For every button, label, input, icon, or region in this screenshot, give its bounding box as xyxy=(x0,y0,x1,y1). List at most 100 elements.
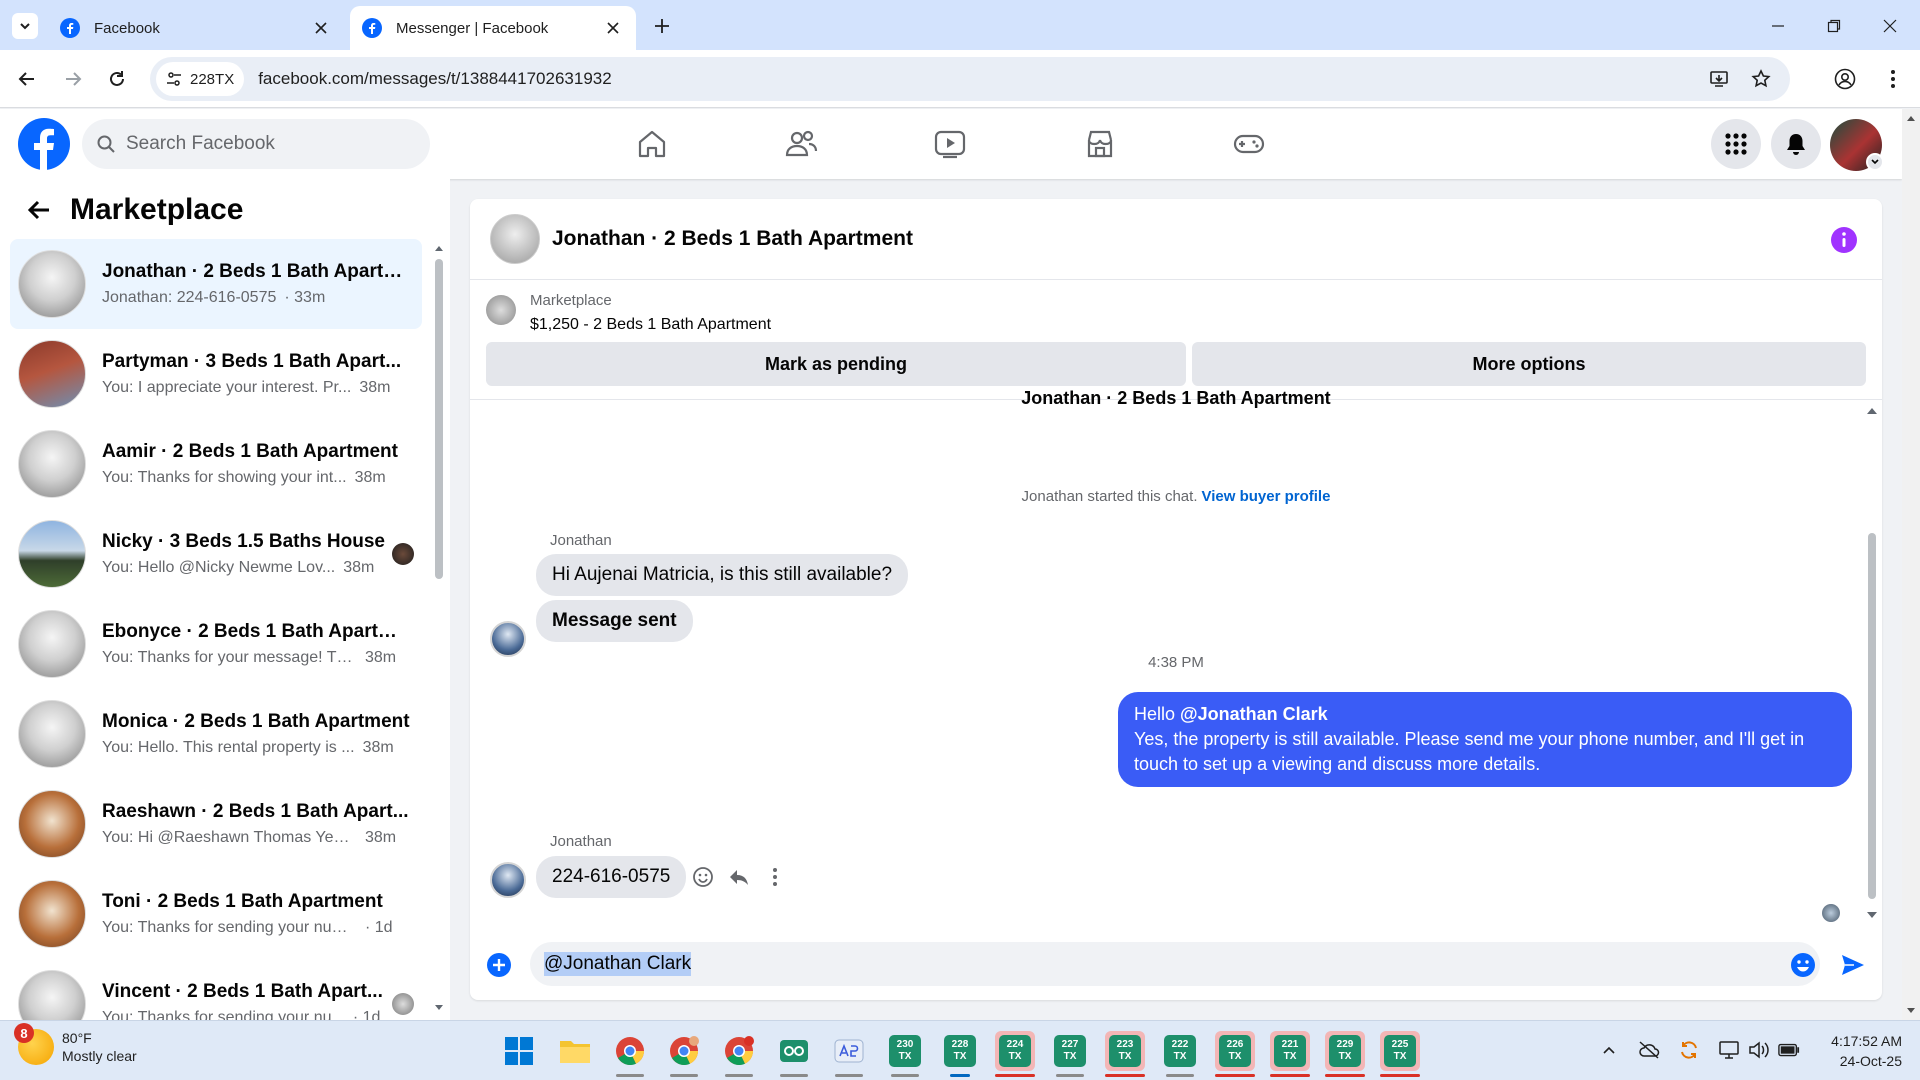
close-icon[interactable] xyxy=(602,17,624,39)
tab-search-button[interactable] xyxy=(12,13,38,39)
sender-avatar[interactable] xyxy=(490,621,526,657)
restore-icon[interactable] xyxy=(1822,14,1846,38)
chat-list-scrollbar[interactable] xyxy=(434,239,444,1010)
message-input[interactable]: @Jonathan Clark xyxy=(530,942,1820,986)
tx-app-label-line: TX xyxy=(1283,1051,1297,1062)
incoming-message[interactable]: Message sent xyxy=(536,600,693,642)
conversation-name: Monica · 2 Beds 1 Bath Apartment xyxy=(102,711,410,732)
marketplace-icon[interactable] xyxy=(1081,125,1119,163)
taskbar-tx-app[interactable]: 230 TX xyxy=(885,1031,925,1077)
conversation-item[interactable]: Ebonyce · 2 Beds 1 Bath Apartm... You: Th… xyxy=(10,599,422,689)
windows-taskbar: 8 80°F Mostly clear 230 TX 228 TX 224 TX 227 TX… xyxy=(0,1020,1920,1080)
conversation-preview: You: Hi @Raeshawn Thomas Yes, ... 38m xyxy=(102,829,410,847)
conversation-item[interactable]: Aamir · 2 Beds 1 Bath Apartment You: Than… xyxy=(10,419,422,509)
react-emoji-icon[interactable] xyxy=(692,866,716,890)
chrome-button[interactable] xyxy=(610,1031,650,1077)
mention[interactable]: @Jonathan Clark xyxy=(1180,704,1328,724)
weather-widget[interactable]: 8 80°F Mostly clear xyxy=(14,1023,137,1065)
menu-grid-button[interactable] xyxy=(1711,119,1761,169)
friends-icon[interactable] xyxy=(782,125,820,163)
conversation-item[interactable]: Raeshawn · 2 Beds 1 Bath Apart... You: Hi… xyxy=(10,779,422,869)
view-buyer-profile-link[interactable]: View buyer profile xyxy=(1202,488,1331,505)
chrome-profile-button[interactable] xyxy=(719,1031,759,1077)
network-icon[interactable] xyxy=(1718,1039,1740,1061)
more-options-button[interactable]: More options xyxy=(1192,342,1866,386)
chrome-profile-button[interactable] xyxy=(664,1031,704,1077)
browser-menu-icon[interactable] xyxy=(1880,66,1906,92)
reload-icon[interactable] xyxy=(104,66,130,92)
cloud-off-icon[interactable] xyxy=(1638,1039,1660,1061)
more-actions-icon[interactable] xyxy=(764,866,788,890)
facebook-search-input[interactable]: Search Facebook xyxy=(82,119,430,169)
battery-icon[interactable] xyxy=(1778,1039,1800,1061)
facebook-logo-icon[interactable] xyxy=(18,118,70,170)
qq-app-button[interactable] xyxy=(774,1031,814,1077)
thread-scrollbar[interactable] xyxy=(1866,400,1878,920)
taskbar-tx-app[interactable]: 225 TX xyxy=(1380,1031,1420,1077)
mark-as-pending-button[interactable]: Mark as pending xyxy=(486,342,1186,386)
forward-arrow-icon[interactable] xyxy=(60,66,86,92)
address-bar[interactable]: 228TX facebook.com/messages/t/1388441702… xyxy=(150,57,1790,101)
info-icon[interactable] xyxy=(1830,226,1858,254)
conversation-item[interactable]: Nicky · 3 Beds 1.5 Baths House You: Hello… xyxy=(10,509,422,599)
conversation-item[interactable]: Vincent · 2 Beds 1 Bath Apart... You: Tha… xyxy=(10,959,422,1020)
back-arrow-icon[interactable] xyxy=(24,195,54,225)
tab-messenger[interactable]: Messenger | Facebook xyxy=(350,6,636,50)
minimize-icon[interactable] xyxy=(1766,14,1790,38)
taskbar-tx-app[interactable]: 227 TX xyxy=(1050,1031,1090,1077)
taskbar-tx-app[interactable]: 229 TX xyxy=(1325,1031,1365,1077)
back-arrow-icon[interactable] xyxy=(14,66,40,92)
outgoing-message[interactable]: Hello @Jonathan Clark Yes, the property … xyxy=(1118,692,1852,787)
profile-icon[interactable] xyxy=(1832,66,1858,92)
taskbar-tx-app[interactable]: 228 TX xyxy=(940,1031,980,1077)
conversation-item[interactable]: Monica · 2 Beds 1 Bath Apartment You: Hel… xyxy=(10,689,422,779)
incoming-message[interactable]: 224-616-0575 xyxy=(536,856,687,898)
bookmark-star-icon[interactable] xyxy=(1748,66,1774,92)
weather-sun-icon: 8 xyxy=(14,1023,54,1065)
taskbar-tx-app[interactable]: 222 TX xyxy=(1160,1031,1200,1077)
chevron-down-icon[interactable] xyxy=(1866,153,1884,171)
window-close-icon[interactable] xyxy=(1878,14,1902,38)
listing-banner[interactable]: Marketplace $1,250 - 2 Beds 1 Bath Apart… xyxy=(470,281,1882,337)
taskbar-tx-app[interactable]: 223 TX xyxy=(1105,1031,1145,1077)
incoming-message[interactable]: Hi Aujenai Matricia, is this still avail… xyxy=(536,554,909,596)
url-text[interactable]: facebook.com/messages/t/1388441702631932 xyxy=(258,69,1706,89)
file-explorer-button[interactable] xyxy=(555,1031,595,1071)
taskbar-tx-app[interactable]: 224 TX xyxy=(995,1031,1035,1077)
chrome-icon xyxy=(616,1037,645,1065)
reply-icon[interactable] xyxy=(728,866,752,890)
close-icon[interactable] xyxy=(310,17,332,39)
volume-icon[interactable] xyxy=(1748,1039,1770,1061)
site-info-chip[interactable]: 228TX xyxy=(156,62,245,96)
conversation-item[interactable]: Jonathan · 2 Beds 1 Bath Apartm... Jonath… xyxy=(10,239,422,329)
video-icon[interactable] xyxy=(931,125,969,163)
emoji-icon[interactable] xyxy=(1790,952,1818,980)
chat-avatar[interactable] xyxy=(490,214,540,264)
preview-text: You: Hello. This rental property is ... xyxy=(102,739,355,756)
conversation-meta: Partyman · 3 Beds 1 Bath Apart... You: I … xyxy=(102,351,422,397)
conversation-item[interactable]: Toni · 2 Beds 1 Bath Apartment You: Thank… xyxy=(10,869,422,959)
send-icon[interactable] xyxy=(1840,952,1868,980)
start-button[interactable] xyxy=(499,1031,539,1071)
tab-facebook[interactable]: Facebook xyxy=(48,6,344,50)
notifications-button[interactable] xyxy=(1771,119,1821,169)
scroll-up-arrow-icon xyxy=(435,246,443,251)
abc-app-button[interactable] xyxy=(829,1031,869,1077)
chevron-up-icon[interactable] xyxy=(1598,1039,1620,1061)
plus-circle-icon[interactable] xyxy=(486,952,514,980)
system-clock[interactable]: 4:17:52 AM 24-Oct-25 xyxy=(1818,1031,1902,1071)
bell-icon xyxy=(1787,134,1805,155)
install-app-icon[interactable] xyxy=(1706,66,1732,92)
sync-icon[interactable] xyxy=(1678,1039,1700,1061)
scroll-down-arrow-icon xyxy=(1867,912,1877,918)
chat-title[interactable]: Jonathan · 2 Beds 1 Bath Apartment xyxy=(552,227,913,251)
conversation-item[interactable]: Partyman · 3 Beds 1 Bath Apart... You: I … xyxy=(10,329,422,419)
home-icon[interactable] xyxy=(633,125,671,163)
page-scrollbar[interactable] xyxy=(1902,109,1920,1020)
new-tab-plus-icon[interactable] xyxy=(650,14,674,38)
site-chip-label: 228TX xyxy=(190,70,235,88)
gaming-icon[interactable] xyxy=(1230,125,1268,163)
taskbar-tx-app[interactable]: 226 TX xyxy=(1215,1031,1255,1077)
taskbar-tx-app[interactable]: 221 TX xyxy=(1270,1031,1310,1077)
sender-avatar[interactable] xyxy=(490,862,526,898)
